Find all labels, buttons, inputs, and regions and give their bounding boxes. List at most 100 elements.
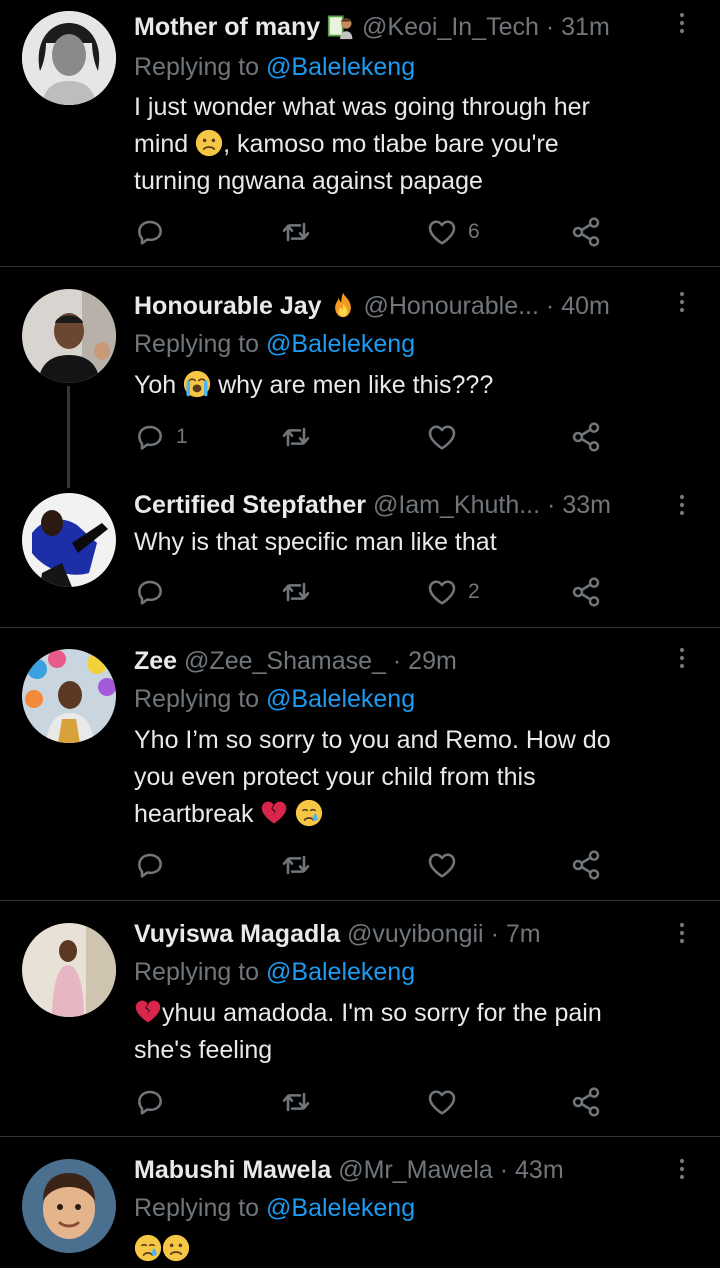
more-icon[interactable] (670, 646, 694, 670)
reply-button[interactable] (134, 848, 176, 882)
display-name[interactable]: Honourable Jay (134, 292, 322, 320)
like-icon (426, 849, 458, 881)
tweet[interactable]: Certified Stepfather @Iam_Khuth... · 33m… (0, 481, 720, 627)
retweet-button[interactable] (280, 848, 322, 882)
share-button[interactable] (570, 420, 602, 454)
separator-dot: · (392, 647, 402, 675)
tweet-text: I just wonder what was going through her… (134, 89, 694, 200)
timestamp[interactable]: 31m (561, 13, 610, 41)
user-handle[interactable]: @Mr_Mawela (338, 1156, 493, 1184)
avatar[interactable] (22, 923, 116, 1017)
retweet-icon (280, 1086, 312, 1118)
user-handle[interactable]: @Iam_Khuth... (373, 491, 540, 519)
action-bar: 6 (134, 215, 614, 249)
crying-face-emoji (134, 1234, 162, 1262)
tweet-header: Honourable Jay @Honourable... · 40m (134, 291, 680, 321)
timestamp[interactable]: 7m (506, 920, 541, 948)
timestamp[interactable]: 33m (562, 491, 611, 519)
like-button[interactable]: 2 (426, 575, 480, 609)
mention-link[interactable]: @Balelekeng (266, 958, 415, 986)
avatar[interactable] (22, 1159, 116, 1253)
retweet-button[interactable] (280, 420, 322, 454)
timestamp[interactable]: 40m (561, 292, 610, 320)
like-button[interactable]: 6 (426, 215, 480, 249)
display-name[interactable]: Certified Stepfather (134, 491, 366, 519)
tweet-text-line (134, 1231, 694, 1268)
like-icon (426, 576, 458, 608)
more-icon[interactable] (670, 1157, 694, 1181)
tweet[interactable]: Mother of many @Keoi_In_Tech · 31m Reply… (0, 0, 720, 266)
reply-button[interactable] (134, 215, 176, 249)
like-button[interactable] (426, 1085, 468, 1119)
like-button[interactable] (426, 848, 468, 882)
tweet-text: yhuu amadoda. I'm so sorry for the pain … (134, 995, 694, 1069)
woman-student-emoji (327, 12, 355, 40)
like-count: 6 (468, 220, 480, 243)
user-handle[interactable]: @Honourable... (363, 292, 538, 320)
reply-count: 1 (176, 425, 188, 448)
tweet-header: Mother of many @Keoi_In_Tech · 31m (134, 12, 680, 42)
display-name[interactable]: Mother of many (134, 13, 320, 41)
mention-link[interactable]: @Balelekeng (266, 330, 415, 358)
replying-to-label: Replying to (134, 958, 260, 986)
timestamp[interactable]: 29m (408, 647, 457, 675)
tweet[interactable]: Mabushi Mawela @Mr_Mawela · 43m Replying… (0, 1137, 720, 1264)
share-button[interactable] (570, 1085, 602, 1119)
user-handle[interactable]: @Keoi_In_Tech (362, 13, 539, 41)
reply-button[interactable] (134, 1085, 176, 1119)
like-button[interactable] (426, 420, 468, 454)
avatar[interactable] (22, 649, 116, 743)
retweet-button[interactable] (280, 215, 322, 249)
user-handle[interactable]: @vuyibongii (347, 920, 484, 948)
retweet-icon (280, 849, 312, 881)
avatar[interactable] (22, 11, 116, 105)
like-icon (426, 1086, 458, 1118)
tweet-header: Vuyiswa Magadla @vuyibongii · 7m (134, 919, 680, 949)
tweet-text-line: Yoh why are men like this??? (134, 370, 494, 399)
retweet-button[interactable] (280, 1085, 322, 1119)
share-button[interactable] (570, 575, 602, 609)
loudly-crying-face-emoji (183, 370, 211, 398)
tweet-text: Yoh why are men like this??? (134, 367, 694, 404)
timestamp[interactable]: 43m (515, 1156, 564, 1184)
avatar[interactable] (22, 493, 116, 587)
separator-dot: · (545, 13, 555, 41)
user-handle[interactable]: @Zee_Shamase_ (184, 647, 386, 675)
tweet-text-line: yhuu amadoda. I'm so sorry for the pain (134, 995, 694, 1032)
share-icon (570, 849, 602, 881)
reply-button[interactable] (134, 575, 176, 609)
crying-face-emoji (295, 799, 323, 827)
broken-heart-emoji (260, 799, 288, 827)
share-icon (570, 1086, 602, 1118)
action-bar (134, 848, 614, 882)
share-button[interactable] (570, 215, 602, 249)
tweet-text (134, 1231, 694, 1268)
avatar[interactable] (22, 289, 116, 383)
more-icon[interactable] (670, 493, 694, 517)
share-button[interactable] (570, 848, 602, 882)
tweet[interactable]: Zee @Zee_Shamase_ · 29m Replying to @Bal… (0, 628, 720, 900)
reply-button[interactable]: 1 (134, 420, 188, 454)
display-name[interactable]: Vuyiswa Magadla (134, 920, 340, 948)
like-icon (426, 216, 458, 248)
share-icon (570, 216, 602, 248)
reply-icon (134, 849, 166, 881)
tweet[interactable]: Honourable Jay @Honourable... · 40m Repl… (0, 267, 720, 481)
more-icon[interactable] (670, 290, 694, 314)
retweet-button[interactable] (280, 575, 322, 609)
broken-heart-emoji (134, 998, 162, 1026)
mention-link[interactable]: @Balelekeng (266, 685, 415, 713)
tweet-text-line: mind , kamoso mo tlabe bare you're (134, 130, 559, 158)
tweet-text-line: I just wonder what was going through her (134, 93, 590, 121)
more-icon[interactable] (670, 11, 694, 35)
display-name[interactable]: Mabushi Mawela (134, 1156, 331, 1184)
mention-link[interactable]: @Balelekeng (266, 1194, 415, 1222)
separator-dot: · (547, 491, 556, 519)
tweet[interactable]: Vuyiswa Magadla @vuyibongii · 7m Replyin… (0, 901, 720, 1136)
replying-to-label: Replying to (134, 330, 260, 358)
more-icon[interactable] (670, 921, 694, 945)
tweet-text: Yho I’m so sorry to you and Remo. How do… (134, 722, 694, 833)
mention-link[interactable]: @Balelekeng (266, 53, 415, 81)
display-name[interactable]: Zee (134, 647, 177, 675)
tweet-header: Mabushi Mawela @Mr_Mawela · 43m (134, 1155, 680, 1185)
